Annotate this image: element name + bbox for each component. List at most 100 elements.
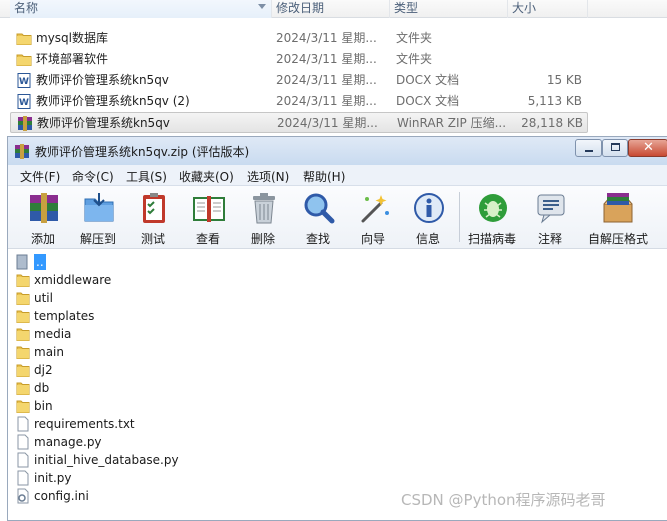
file-icon	[17, 434, 29, 450]
winrar-archive-icon	[18, 116, 32, 131]
list-item-name: templates	[34, 309, 95, 323]
list-item[interactable]: requirements.txt	[16, 415, 316, 433]
folder-icon	[16, 54, 32, 66]
maximize-icon	[611, 143, 620, 151]
window-title: 教师评价管理系统kn5qv.zip (评估版本)	[35, 145, 250, 159]
toolbar-separator	[459, 192, 460, 242]
list-item-name: config.ini	[34, 489, 89, 503]
menu-commands[interactable]: 命令(C)	[72, 168, 114, 185]
column-type-label: 类型	[394, 1, 419, 15]
comment-label: 注释	[537, 232, 562, 246]
list-item[interactable]: initial_hive_database.py	[16, 451, 316, 469]
maximize-button[interactable]	[602, 139, 628, 157]
minimize-icon	[585, 150, 593, 152]
winrar-titlebar[interactable]: 教师评价管理系统kn5qv.zip (评估版本) ✕	[8, 137, 667, 165]
list-item[interactable]: manage.py	[16, 433, 316, 451]
list-item[interactable]: templates	[16, 307, 316, 325]
comment-button[interactable]: 注释	[522, 189, 578, 247]
menu-tools[interactable]: 工具(S)	[126, 168, 167, 185]
add-button[interactable]: 添加	[15, 189, 71, 247]
sfx-label: 自解压格式	[587, 232, 648, 246]
list-item-name: manage.py	[34, 435, 102, 449]
test-clipboard-icon	[143, 193, 165, 223]
row-size: 15 KB	[546, 73, 582, 87]
list-item[interactable]: xmiddleware	[16, 271, 316, 289]
list-item-name: media	[34, 327, 72, 341]
close-button[interactable]: ✕	[628, 139, 667, 157]
row-size: 5,113 KB	[527, 94, 582, 108]
extract-folder-icon	[84, 193, 114, 222]
row-type: 文件夹	[396, 31, 433, 45]
winrar-app-icon	[15, 144, 29, 159]
list-item[interactable]: util	[16, 289, 316, 307]
list-item[interactable]: media	[16, 325, 316, 343]
explorer-column-header: 名称 修改日期 类型 大小	[0, 0, 667, 18]
svg-text:W: W	[19, 98, 29, 108]
column-modified[interactable]: 修改日期	[272, 0, 390, 18]
menu-file[interactable]: 文件(F)	[20, 168, 60, 185]
extract-to-button[interactable]: 解压到	[70, 189, 126, 247]
menu-favorites[interactable]: 收藏夹(O)	[179, 168, 234, 185]
test-label: 测试	[140, 232, 165, 246]
list-item-name: xmiddleware	[34, 273, 112, 287]
list-item[interactable]: main	[16, 343, 316, 361]
list-item[interactable]: init.py	[16, 469, 316, 487]
menu-options[interactable]: 选项(N)	[247, 168, 289, 185]
explorer-row-docx-1[interactable]: W 教师评价管理系统kn5qv 2024/3/11 星期... DOCX 文档 …	[10, 70, 588, 91]
svg-text:W: W	[19, 77, 29, 87]
list-item[interactable]: dj2	[16, 361, 316, 379]
view-label: 查看	[195, 232, 220, 246]
list-item[interactable]: bin	[16, 397, 316, 415]
comment-icon	[537, 194, 565, 224]
list-item[interactable]: config.ini	[16, 487, 316, 505]
row-size: 28,118 KB	[521, 116, 583, 130]
delete-button[interactable]: 删除	[235, 189, 291, 247]
minimize-button[interactable]	[575, 139, 602, 157]
list-item-name: dj2	[34, 363, 53, 377]
add-label: 添加	[30, 232, 55, 246]
row-name: 教师评价管理系统kn5qv	[36, 73, 169, 87]
folder-icon	[16, 400, 30, 413]
test-button[interactable]: 测试	[125, 189, 181, 247]
explorer-row-mysql[interactable]: mysql数据库 2024/3/11 星期... 文件夹	[10, 28, 588, 49]
archive-file-list: .. xmiddleware util templates media main	[8, 250, 667, 520]
folder-icon	[16, 328, 30, 341]
list-item-name: initial_hive_database.py	[34, 453, 179, 467]
delete-label: 删除	[250, 232, 275, 246]
row-date: 2024/3/11 星期...	[276, 52, 377, 66]
explorer-row-env[interactable]: 环境部署软件 2024/3/11 星期... 文件夹	[10, 49, 588, 70]
list-item-name: util	[34, 291, 53, 305]
column-type[interactable]: 类型	[390, 0, 508, 18]
explorer-row-docx-2[interactable]: W 教师评价管理系统kn5qv (2) 2024/3/11 星期... DOCX…	[10, 91, 588, 112]
sort-desc-icon	[258, 4, 266, 9]
view-book-icon	[193, 196, 225, 222]
wizard-button[interactable]: 向导	[345, 189, 401, 247]
folder-icon	[16, 33, 32, 45]
column-name[interactable]: 名称	[10, 0, 272, 18]
column-size[interactable]: 大小	[508, 0, 588, 18]
list-item-parent[interactable]: ..	[16, 253, 316, 271]
view-button[interactable]: 查看	[180, 189, 236, 247]
row-date: 2024/3/11 星期...	[276, 94, 377, 108]
menu-help[interactable]: 帮助(H)	[303, 168, 345, 185]
folder-icon	[16, 274, 30, 287]
file-icon	[17, 470, 29, 486]
column-name-label: 名称	[14, 1, 39, 15]
wizard-label: 向导	[360, 232, 385, 246]
file-icon	[17, 416, 29, 432]
folder-icon	[16, 346, 30, 359]
find-button[interactable]: 查找	[290, 189, 346, 247]
list-item-name: bin	[34, 399, 53, 413]
folder-icon	[16, 292, 30, 305]
virus-scan-icon	[479, 194, 507, 222]
list-item[interactable]: db	[16, 379, 316, 397]
close-icon: ✕	[643, 140, 654, 155]
up-folder-icon	[16, 254, 28, 270]
winrar-window: 教师评价管理系统kn5qv.zip (评估版本) ✕ 文件(F) 命令(C) 工…	[7, 136, 667, 521]
virus-scan-button[interactable]: 扫描病毒	[464, 189, 520, 247]
extract-to-label: 解压到	[79, 232, 116, 246]
add-books-icon	[30, 193, 58, 223]
sfx-button[interactable]: 自解压格式	[585, 189, 651, 247]
info-button[interactable]: 信息	[400, 189, 456, 247]
explorer-row-zip-selected[interactable]: 教师评价管理系统kn5qv 2024/3/11 星期... WinRAR ZIP…	[10, 112, 588, 133]
